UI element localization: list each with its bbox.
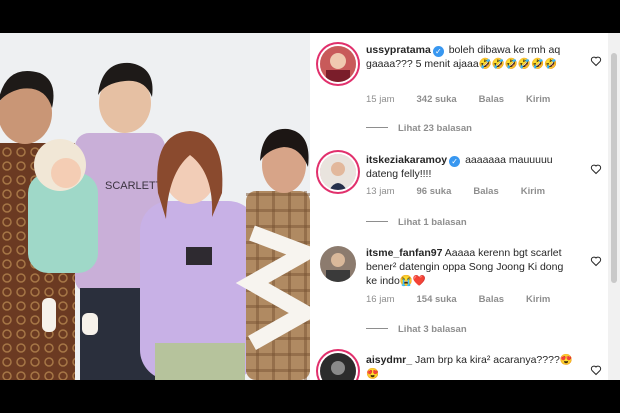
comments-panel[interactable]: ussypratama ✓ boleh dibawa ke rmh aq gaaa… bbox=[310, 33, 608, 380]
comment-body: ussypratama ✓ boleh dibawa ke rmh aq gaaa… bbox=[366, 43, 576, 71]
reply-button[interactable]: Balas bbox=[479, 94, 504, 105]
avatar-image bbox=[320, 46, 356, 82]
comment-meta: 16 jam 154 suka Balas Kirim bbox=[366, 294, 572, 305]
view-replies-label[interactable]: Lihat 23 balasan bbox=[398, 123, 472, 134]
view-replies-link[interactable]: Lihat 3 balasan bbox=[366, 324, 467, 335]
avatar-image bbox=[320, 154, 356, 190]
comment-username[interactable]: aisydmr_ bbox=[366, 354, 412, 366]
comment-time: 13 jam bbox=[366, 186, 395, 197]
avatar[interactable] bbox=[320, 46, 356, 82]
screenshot-frame: SCARLETT ussypratama ✓ boleh dibawa ke r… bbox=[0, 33, 620, 380]
comment-username[interactable]: itskeziakaramoy bbox=[366, 154, 447, 166]
avatar[interactable] bbox=[320, 353, 356, 380]
verified-badge-icon: ✓ bbox=[449, 156, 461, 167]
send-button[interactable]: Kirim bbox=[526, 294, 550, 305]
avatar[interactable] bbox=[320, 154, 356, 190]
view-replies-link[interactable]: Lihat 1 balasan bbox=[366, 217, 467, 228]
reply-button[interactable]: Balas bbox=[473, 186, 498, 197]
view-replies-link[interactable]: Lihat 23 balasan bbox=[366, 123, 472, 134]
like-heart-icon[interactable] bbox=[590, 163, 602, 175]
avatar[interactable] bbox=[320, 246, 356, 282]
svg-text:SCARLETT: SCARLETT bbox=[105, 180, 163, 192]
comment-likes[interactable]: 96 suka bbox=[417, 186, 452, 197]
comment-meta: 15 jam 342 suka Balas Kirim bbox=[366, 94, 572, 105]
send-button[interactable]: Kirim bbox=[521, 186, 545, 197]
replies-divider bbox=[366, 328, 388, 329]
send-button[interactable]: Kirim bbox=[526, 94, 550, 105]
post-photo: SCARLETT bbox=[0, 33, 310, 380]
comment-body: itskeziakaramoy ✓ aaaaaaa mauuuuu dateng … bbox=[366, 153, 576, 181]
view-replies-label[interactable]: Lihat 1 balasan bbox=[398, 217, 467, 228]
comment-meta: 13 jam 96 suka Balas Kirim bbox=[366, 186, 567, 197]
comment-time: 16 jam bbox=[366, 294, 395, 305]
reply-button[interactable]: Balas bbox=[479, 294, 504, 305]
view-replies-label[interactable]: Lihat 3 balasan bbox=[398, 324, 467, 335]
replies-divider bbox=[366, 221, 388, 222]
scrollbar-thumb[interactable] bbox=[611, 53, 617, 283]
replies-divider bbox=[366, 127, 388, 128]
like-heart-icon[interactable] bbox=[590, 255, 602, 267]
comment-time: 15 jam bbox=[366, 94, 395, 105]
comment-body: aisydmr_ Jam brp ka kira² acaranya????😍😍 bbox=[366, 353, 576, 380]
comment-username[interactable]: itsme_fanfan97 bbox=[366, 247, 442, 259]
like-heart-icon[interactable] bbox=[590, 55, 602, 67]
verified-badge-icon: ✓ bbox=[432, 46, 444, 57]
comment-likes[interactable]: 154 suka bbox=[417, 294, 457, 305]
group-photo-illustration: SCARLETT bbox=[0, 33, 310, 380]
comment-body: itsme_fanfan97 Aaaaa kerenn bgt scarlet … bbox=[366, 246, 576, 288]
like-heart-icon[interactable] bbox=[590, 364, 602, 376]
avatar-image bbox=[320, 246, 356, 282]
comment-username[interactable]: ussypratama bbox=[366, 44, 431, 56]
avatar-image bbox=[320, 353, 356, 380]
comment-likes[interactable]: 342 suka bbox=[417, 94, 457, 105]
